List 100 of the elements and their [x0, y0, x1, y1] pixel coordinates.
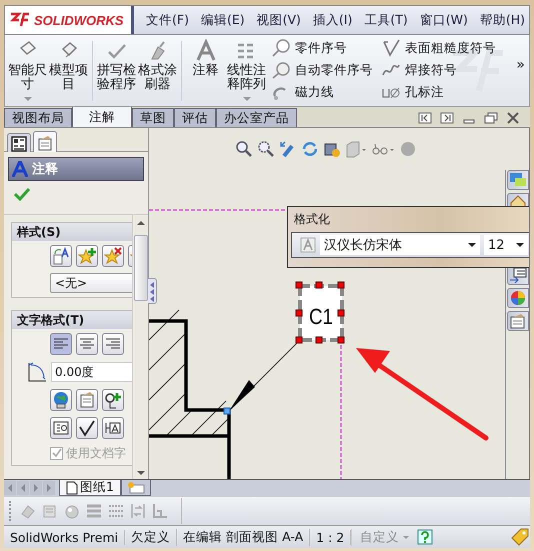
zoom-to-fit-icon[interactable]: [235, 140, 253, 158]
tab[interactable]: 注解: [72, 106, 132, 127]
scroll-thumb[interactable]: [134, 235, 148, 301]
align-left-icon: [53, 337, 69, 351]
status-text: 1 : 2: [310, 530, 352, 544]
surface-finish-icon: [381, 39, 401, 58]
link-button[interactable]: [50, 389, 72, 411]
letter-a-icon: [194, 39, 218, 63]
speech-bubbles-icon: [509, 172, 527, 188]
help-icon[interactable]: [417, 529, 434, 545]
checkbox-label: 使用文档字: [66, 444, 126, 462]
ribbon-button[interactable]: 焊接符号: [381, 60, 496, 80]
menu-item[interactable]: 编辑(E): [194, 12, 251, 28]
symbol-plus-icon: [104, 391, 122, 409]
zoom-area-icon[interactable]: [257, 140, 275, 158]
surface-finish-button[interactable]: [76, 417, 98, 439]
style-dropdown[interactable]: <无>: [50, 273, 132, 293]
ribbon-button[interactable]: 线性注释阵列: [226, 39, 267, 103]
caret-icon: [403, 536, 410, 538]
menu-item[interactable]: 视图(V): [250, 12, 307, 28]
logo-icon: [9, 12, 31, 28]
surface-finish-icon: [78, 419, 96, 437]
collapse-handle[interactable]: [148, 278, 157, 304]
table-icon-button[interactable]: [50, 417, 72, 439]
menu-item[interactable]: 窗口(W): [414, 12, 474, 28]
tab[interactable]: 草图: [132, 108, 174, 127]
align-center-icon: [79, 337, 95, 351]
menu-item[interactable]: 帮助(H): [474, 12, 529, 28]
status-text: 欠定义: [125, 528, 178, 546]
ribbon-button[interactable]: 拼写检验程序: [96, 39, 137, 103]
clipboard-icon: [509, 313, 527, 329]
balloon-icon: [271, 61, 291, 80]
frame-icon: [52, 419, 70, 437]
close-icon[interactable]: [506, 112, 520, 124]
next-document-icon[interactable]: [440, 112, 454, 124]
font-dropdown[interactable]: 汉仪长仿宋体: [320, 235, 480, 255]
add-style-button[interactable]: [76, 245, 98, 267]
add-symbol-button[interactable]: [102, 389, 124, 411]
apply-style-button[interactable]: [50, 245, 72, 267]
more-button[interactable]: »: [516, 57, 525, 73]
angle-icon: [26, 361, 48, 383]
section-header[interactable]: 文字格式(T): [12, 311, 132, 329]
add-sheet-tab[interactable]: [120, 480, 151, 496]
scroll-up-icon[interactable]: [136, 221, 144, 225]
caret-icon: [516, 243, 524, 247]
star-cross-icon: [104, 247, 122, 265]
align-right-icon: [105, 337, 121, 351]
add-sheet-icon: [126, 482, 146, 494]
scroll-down-icon[interactable]: [136, 471, 144, 475]
leader-line: [228, 342, 298, 412]
toolbar-title: 格式化: [293, 211, 331, 228]
status-text: SolidWorks Premi: [4, 530, 126, 544]
size-dropdown[interactable]: 12: [484, 235, 528, 255]
ribbon-button[interactable]: 孔标注: [381, 82, 496, 103]
section-header[interactable]: 样式(S): [12, 223, 132, 241]
datum-button[interactable]: [102, 417, 124, 439]
align-center-button[interactable]: [76, 333, 98, 355]
star-plus-icon: [78, 247, 96, 265]
delete-style-button[interactable]: [102, 245, 124, 267]
ribbon-button[interactable]: 零件序号: [271, 38, 373, 58]
note-selection-drawing[interactable]: [296, 282, 344, 344]
ribbon-button[interactable]: 模型项目: [48, 39, 89, 103]
panel-title: 注释: [32, 160, 58, 178]
tab[interactable]: 办公室产品: [216, 108, 297, 127]
tag-icon[interactable]: [510, 528, 530, 546]
menu-item[interactable]: 文件(F): [140, 12, 195, 28]
font-icon: [300, 237, 316, 253]
align-left-button[interactable]: [50, 333, 72, 355]
restore-icon[interactable]: [484, 112, 498, 124]
ribbon-button[interactable]: 自动零件序号: [271, 60, 373, 80]
document-letter-icon: [52, 247, 70, 265]
sheet-icon: [66, 480, 78, 494]
caret-icon: [468, 243, 476, 247]
ribbon-button[interactable]: 格式涂刷器: [137, 39, 178, 103]
text-a-icon: [12, 161, 28, 177]
status-text: 在编辑 剖面视图 A-A: [177, 528, 310, 546]
document-icon: [78, 391, 96, 409]
menu-item[interactable]: 插入(I): [306, 12, 358, 28]
panel-tab[interactable]: [33, 131, 57, 153]
app-logo: SOLIDWORKS: [34, 12, 124, 28]
anchor-point: [224, 408, 230, 414]
scrollbar[interactable]: [132, 215, 148, 479]
link-property-button[interactable]: [76, 389, 98, 411]
tab[interactable]: 评估: [174, 108, 216, 127]
previous-document-icon[interactable]: [418, 112, 432, 124]
ribbon-button[interactable]: 注释: [185, 39, 226, 103]
angle-field[interactable]: 0.00度: [51, 362, 132, 382]
align-right-button[interactable]: [102, 333, 124, 355]
tab[interactable]: 视图布局: [4, 108, 72, 127]
menu-item[interactable]: 工具(T): [358, 12, 414, 28]
collapse-arrows-icon: [149, 280, 155, 302]
panel-tab[interactable]: [7, 133, 31, 153]
ribbon-button[interactable]: 磁力线: [271, 82, 373, 103]
balloon-icon: [271, 39, 291, 58]
sheet-tab[interactable]: 图纸1: [59, 480, 121, 496]
custom-properties-icon[interactable]: [507, 311, 529, 331]
globe-icon: [52, 391, 70, 409]
ribbon-button[interactable]: 表面粗糙度符号: [381, 38, 496, 58]
checkmark-icon: [14, 186, 30, 200]
ribbon-button[interactable]: 智能尺寸: [7, 39, 48, 103]
